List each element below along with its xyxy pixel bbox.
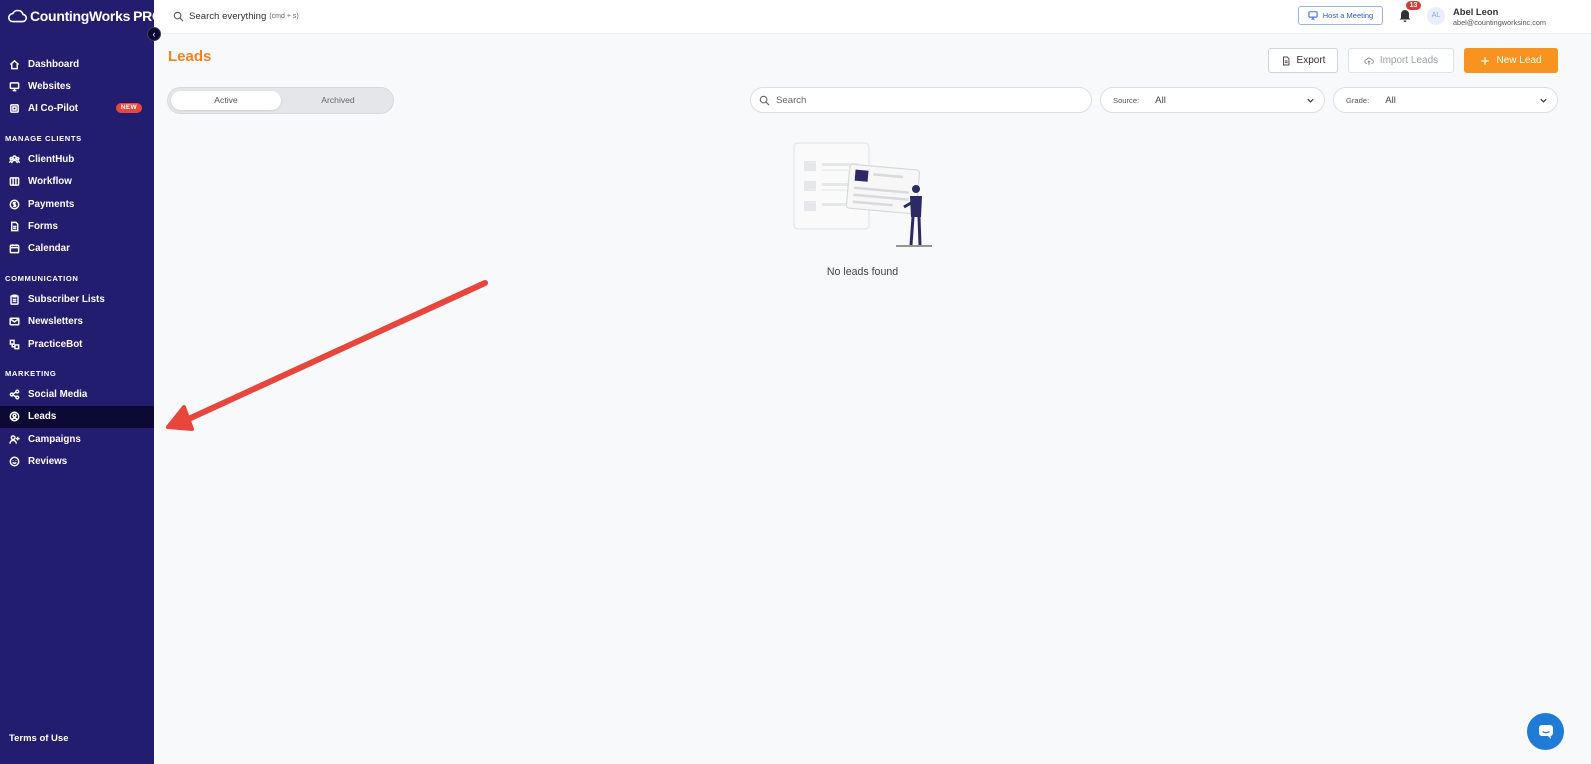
grade-select[interactable]: Grade: All (1333, 87, 1558, 113)
app-logo[interactable]: CountingWorks PRO (8, 8, 163, 24)
sidebar-item-label: Calendar (28, 243, 70, 255)
sidebar-item-label: PracticeBot (28, 338, 83, 350)
chevron-left-icon: ‹ (152, 29, 156, 39)
sidebar-item-subscriber-lists[interactable]: Subscriber Lists (0, 288, 154, 310)
grade-label: Grade: (1346, 95, 1370, 105)
cloud-logo-icon (8, 9, 27, 23)
grade-value: All (1385, 94, 1396, 106)
sidebar-item-leads[interactable]: Leads (0, 405, 154, 429)
export-label: Export (1296, 55, 1326, 66)
logo-name: CountingWorks (30, 8, 131, 24)
sidebar-item-label: Forms (28, 221, 58, 233)
chip-icon (8, 103, 20, 115)
mail-icon (8, 316, 20, 328)
section-title-manage-clients: MANAGE CLIENTS (5, 134, 82, 144)
user-email: abel@countingworksinc.com (1453, 18, 1546, 27)
sidebar-item-social-media[interactable]: Social Media (0, 383, 154, 405)
sidebar-item-label: Social Media (28, 388, 88, 400)
clipboard-icon (8, 293, 20, 305)
host-meeting-label: Host a Meeting (1322, 11, 1374, 20)
users-icon (8, 153, 20, 165)
sidebar-item-websites[interactable]: Websites (0, 75, 154, 97)
global-search-shortcut: (cmd + s) (269, 13, 299, 20)
new-lead-label: New Lead (1496, 55, 1542, 66)
host-meeting-button[interactable]: Host a Meeting (1298, 6, 1383, 25)
empty-state-illustration (793, 142, 932, 247)
document-icon (8, 221, 20, 233)
plus-icon (1481, 56, 1490, 65)
source-select[interactable]: Source: All (1100, 87, 1325, 113)
sidebar-item-label: Reviews (28, 456, 68, 468)
document-icon (1282, 56, 1289, 65)
global-search-label: Search everything (189, 11, 267, 22)
leads-search-box (750, 87, 1092, 113)
sidebar-item-label: Payments (28, 198, 75, 210)
sidebar-item-label: Campaigns (28, 433, 81, 445)
chat-icon (1538, 724, 1553, 739)
annotation-arrow (166, 280, 488, 431)
calendar-icon (8, 243, 20, 255)
user-name[interactable]: Abel Leon (1453, 6, 1498, 17)
chevron-down-icon (1307, 98, 1314, 103)
status-toggle: Active Archived (167, 87, 394, 114)
search-icon (759, 95, 770, 105)
cloud-upload-icon (1364, 57, 1374, 65)
collapse-sidebar-button[interactable]: ‹ (147, 27, 161, 41)
import-leads-button[interactable]: Import Leads (1348, 48, 1454, 73)
sidebar-item-clienthub[interactable]: ClientHub (0, 148, 154, 170)
sidebar-item-reviews[interactable]: Reviews (0, 450, 154, 472)
sidebar-item-campaigns[interactable]: Campaigns (0, 428, 154, 450)
columns-icon (8, 176, 20, 188)
sidebar-item-label: Subscriber Lists (28, 293, 105, 305)
sidebar-item-label: Websites (28, 81, 71, 93)
new-badge: NEW (115, 102, 142, 113)
monitor-icon (8, 81, 20, 93)
smile-icon (8, 456, 20, 468)
section-title-marketing: MARKETING (5, 369, 57, 379)
search-icon (173, 11, 184, 22)
tab-archived[interactable]: Archived (284, 91, 392, 110)
sidebar-item-label: Workflow (28, 176, 72, 188)
sidebar-item-ai-co-pilot[interactable]: AI Co-Pilot NEW (0, 98, 154, 120)
sidebar-item-practicebot[interactable]: PracticeBot (0, 333, 154, 355)
dollar-icon (8, 198, 20, 210)
chat-support-button[interactable] (1527, 713, 1564, 750)
sidebar-item-label: Leads (28, 411, 57, 423)
terms-of-use-link[interactable]: Terms of Use (9, 733, 68, 744)
export-button[interactable]: Export (1268, 48, 1338, 73)
sidebar-item-label: ClientHub (28, 153, 75, 165)
page-title: Leads (168, 48, 212, 65)
share-icon (8, 388, 20, 400)
top-bar: Search everything (cmd + s) Host a Meeti… (154, 0, 1591, 34)
avatar[interactable]: AL (1427, 7, 1445, 25)
import-leads-label: Import Leads (1379, 55, 1439, 66)
sidebar-item-label: AI Co-Pilot (28, 103, 79, 115)
global-search[interactable]: Search everything (cmd + s) (173, 11, 299, 22)
sidebar-item-payments[interactable]: Payments (0, 193, 154, 215)
notification-count-badge: 13 (1406, 1, 1421, 10)
bot-icon (8, 338, 20, 350)
source-label: Source: (1113, 95, 1140, 105)
sidebar-item-newsletters[interactable]: Newsletters (0, 311, 154, 333)
sidebar-nav: Dashboard Websites AI Co-Pilot NEW MANAG… (0, 53, 154, 473)
chevron-down-icon (1540, 98, 1547, 103)
source-value: All (1155, 94, 1166, 106)
sidebar-item-forms[interactable]: Forms (0, 215, 154, 237)
sidebar-item-label: Dashboard (28, 58, 80, 70)
sidebar-item-calendar[interactable]: Calendar (0, 238, 154, 260)
tab-active[interactable]: Active (171, 91, 281, 110)
sidebar: CountingWorks PRO ‹ Dashboard Websites A… (0, 0, 163, 764)
new-lead-button[interactable]: New Lead (1464, 48, 1558, 73)
user-circle-icon (8, 411, 20, 423)
home-icon (8, 58, 20, 70)
monitor-icon (1308, 11, 1318, 20)
sidebar-item-label: Newsletters (28, 316, 83, 328)
leads-search-input[interactable] (776, 94, 1076, 106)
user-plus-icon (8, 433, 20, 445)
sidebar-item-workflow[interactable]: Workflow (0, 171, 154, 193)
sidebar-item-dashboard[interactable]: Dashboard (0, 53, 154, 75)
